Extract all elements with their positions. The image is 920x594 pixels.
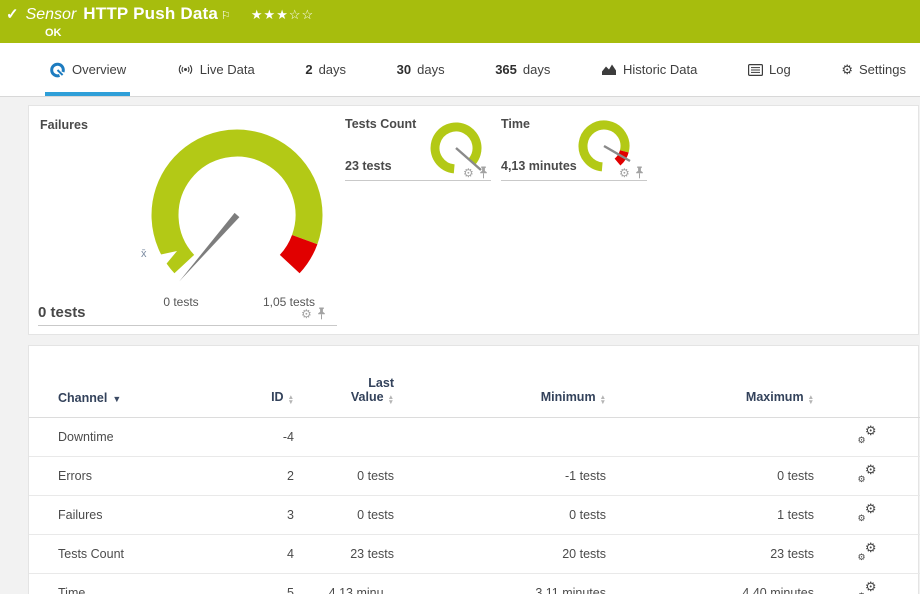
gauge-icon	[49, 62, 66, 78]
priority-stars[interactable]: ★★★☆☆	[251, 7, 314, 23]
object-kind-label: Sensor	[26, 6, 77, 24]
tab-30-days[interactable]: 30 days	[393, 43, 449, 96]
failures-scale-min: 0 tests	[149, 295, 213, 309]
flag-icon[interactable]: ⚐	[221, 9, 231, 22]
time-block-actions: ⚙	[619, 166, 644, 179]
sensor-status-bar: ✓ Sensor HTTP Push Data ⚐ ★★★☆☆ OK	[0, 0, 920, 43]
channel-table: Channel▼ ID▲▼ Last Value▲▼ Minimum▲▼ Max…	[29, 346, 920, 594]
channel-name: Failures	[29, 496, 229, 535]
area-chart-icon	[601, 63, 617, 76]
failures-gauge-title: Failures	[40, 118, 88, 132]
failures-block-actions: ⚙	[301, 307, 326, 320]
tests-count-block-actions: ⚙	[463, 166, 488, 179]
channel-settings-gears-icon[interactable]: ⚙⚙	[858, 466, 877, 482]
channel-last-value: 0 tests	[294, 496, 394, 535]
pin-icon[interactable]	[635, 166, 644, 179]
table-row-errors: Errors 2 0 tests -1 tests 0 tests ⚙⚙	[29, 457, 920, 496]
gauges-panel: Failures x̄ 0 tests 1,05 tests 0 tests ⚙…	[28, 105, 919, 335]
channel-settings-gears-icon[interactable]: ⚙⚙	[858, 505, 877, 521]
sort-icon: ▲▼	[288, 395, 294, 405]
time-gauge-title: Time	[501, 117, 530, 131]
column-header-maximum[interactable]: Maximum▲▼	[606, 346, 814, 418]
channel-settings-gear-icon[interactable]: ⚙	[301, 308, 312, 320]
channel-table-panel: Channel▼ ID▲▼ Last Value▲▼ Minimum▲▼ Max…	[28, 345, 919, 594]
broadcast-icon	[177, 63, 194, 76]
failures-block-divider	[38, 325, 337, 326]
gauge-needle	[179, 213, 239, 282]
sensor-title: HTTP Push Data	[83, 4, 218, 24]
channel-settings-gears-icon[interactable]: ⚙⚙	[858, 583, 877, 594]
pin-icon[interactable]	[317, 307, 326, 320]
sort-desc-icon: ▼	[112, 394, 121, 404]
table-row-downtime: Downtime -4 ⚙⚙	[29, 418, 920, 457]
log-list-icon	[748, 64, 763, 76]
channel-settings-gear-icon[interactable]: ⚙	[463, 167, 474, 179]
channel-id: 2	[229, 457, 294, 496]
status-badge: OK	[45, 27, 62, 39]
tab-2-days[interactable]: 2 days	[301, 43, 350, 96]
channel-settings-gears-icon[interactable]: ⚙⚙	[858, 427, 877, 443]
pin-icon[interactable]	[479, 166, 488, 179]
channel-maximum: 4,40 minutes	[606, 574, 814, 594]
channel-last-value: 4,13 minu...	[294, 574, 394, 594]
channel-name: Time	[29, 574, 229, 594]
channel-minimum: 3,11 minutes	[394, 574, 606, 594]
channel-minimum: 20 tests	[394, 535, 606, 574]
channel-last-value: 23 tests	[294, 535, 394, 574]
column-header-id[interactable]: ID▲▼	[229, 346, 294, 418]
column-header-last-value[interactable]: Last Value▲▼	[294, 346, 394, 418]
status-check-icon: ✓	[6, 5, 19, 23]
channel-maximum: 1 tests	[606, 496, 814, 535]
average-marker-label: x̄	[141, 248, 147, 260]
failures-gauge	[132, 118, 342, 298]
channel-id: 3	[229, 496, 294, 535]
channel-id: 5	[229, 574, 294, 594]
column-header-actions	[814, 346, 920, 418]
table-header-row: Channel▼ ID▲▼ Last Value▲▼ Minimum▲▼ Max…	[29, 346, 920, 418]
channel-id: -4	[229, 418, 294, 457]
channel-minimum: 0 tests	[394, 496, 606, 535]
channel-last-value: 0 tests	[294, 457, 394, 496]
channel-settings-gear-icon[interactable]: ⚙	[619, 167, 630, 179]
channel-id: 4	[229, 535, 294, 574]
tab-historic-data[interactable]: Historic Data	[597, 43, 701, 96]
sort-icon: ▲▼	[808, 395, 814, 405]
table-row-failures: Failures 3 0 tests 0 tests 1 tests ⚙⚙	[29, 496, 920, 535]
channel-name: Errors	[29, 457, 229, 496]
tab-live-data[interactable]: Live Data	[173, 43, 259, 96]
channel-minimum	[394, 418, 606, 457]
table-row-tests-count: Tests Count 4 23 tests 20 tests 23 tests…	[29, 535, 920, 574]
time-block-divider	[501, 180, 647, 181]
channel-name: Downtime	[29, 418, 229, 457]
channel-maximum: 23 tests	[606, 535, 814, 574]
column-header-minimum[interactable]: Minimum▲▼	[394, 346, 606, 418]
tab-bar: Overview Live Data 2 days 30 days 365 da…	[0, 43, 920, 97]
sort-icon: ▲▼	[388, 395, 394, 405]
tests-count-gauge-title: Tests Count	[345, 117, 416, 131]
column-header-channel[interactable]: Channel▼	[29, 346, 229, 418]
channel-minimum: -1 tests	[394, 457, 606, 496]
tab-log[interactable]: Log	[744, 43, 795, 96]
table-row-time: Time 5 4,13 minu... 3,11 minutes 4,40 mi…	[29, 574, 920, 594]
channel-name: Tests Count	[29, 535, 229, 574]
gear-icon: ⚙	[841, 63, 853, 76]
tab-overview[interactable]: Overview	[45, 43, 130, 96]
tests-count-block-divider	[345, 180, 491, 181]
tab-settings[interactable]: ⚙ Settings	[837, 43, 910, 96]
tests-count-current-value: 23 tests	[345, 159, 392, 173]
failures-current-value: 0 tests	[38, 304, 86, 321]
channel-settings-gears-icon[interactable]: ⚙⚙	[858, 544, 877, 560]
channel-last-value	[294, 418, 394, 457]
tab-365-days[interactable]: 365 days	[491, 43, 554, 96]
channel-maximum	[606, 418, 814, 457]
time-current-value: 4,13 minutes	[501, 159, 577, 173]
channel-maximum: 0 tests	[606, 457, 814, 496]
sort-icon: ▲▼	[600, 395, 606, 405]
